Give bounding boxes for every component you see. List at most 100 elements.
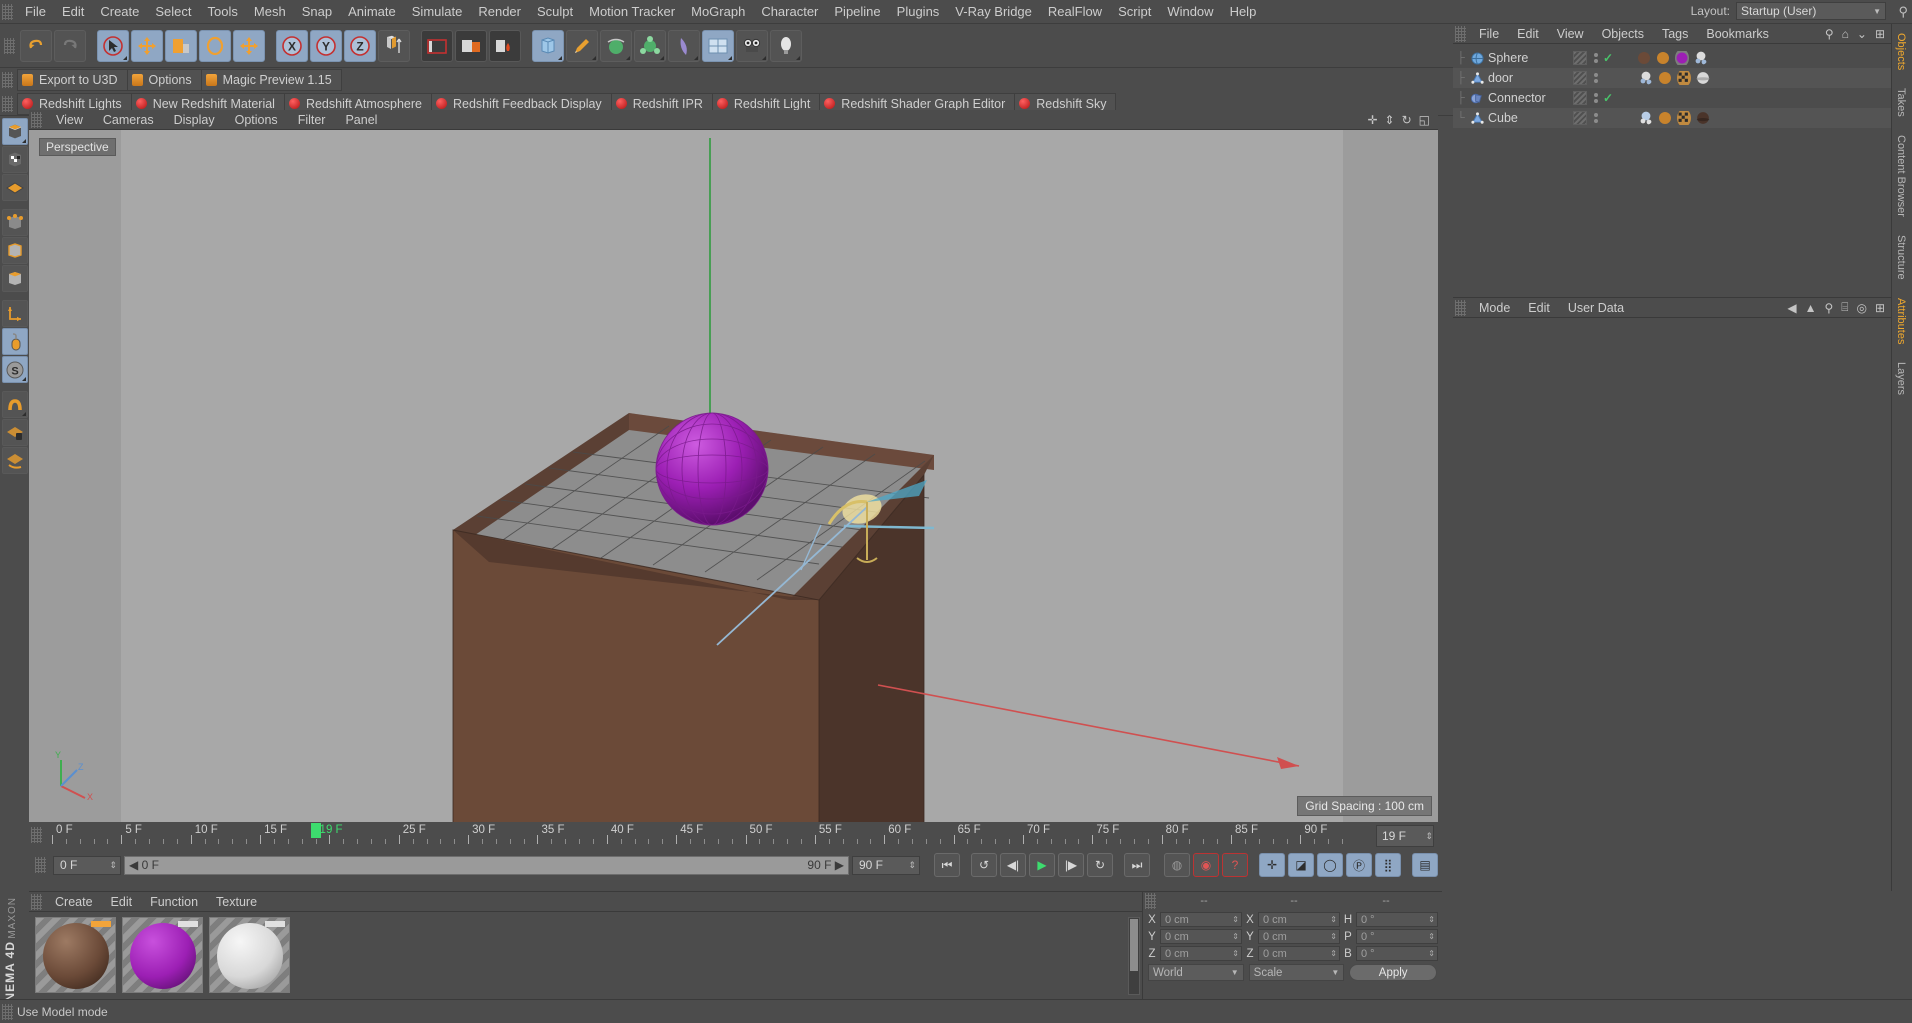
coordinate-space-dropdown[interactable]: World ▼ <box>1148 964 1244 981</box>
magnet-icon[interactable] <box>1 391 28 418</box>
viewport-menu-grip[interactable] <box>31 111 42 128</box>
material-orange-tag[interactable] <box>1658 71 1672 85</box>
spinner-icon[interactable]: ⇕ <box>1428 950 1435 958</box>
objmgr-menu-edit[interactable]: Edit <box>1508 25 1548 43</box>
layout-dropdown[interactable]: Startup (User) ▼ <box>1736 2 1886 20</box>
menu-mesh[interactable]: Mesh <box>246 1 294 22</box>
object-row-sphere[interactable]: ├ Sphere <box>1453 48 1573 68</box>
menu-animate[interactable]: Animate <box>340 1 404 22</box>
menu-pipeline[interactable]: Pipeline <box>826 1 888 22</box>
attribute-manager-grip[interactable] <box>1455 299 1466 316</box>
status-bar-grip[interactable] <box>2 1003 13 1020</box>
material-swatch-purple[interactable] <box>122 917 203 993</box>
cube-primitive-icon[interactable] <box>532 29 564 62</box>
phong-tag[interactable] <box>1694 51 1708 65</box>
spinner-icon[interactable]: ⇕ <box>109 861 117 870</box>
menu-file[interactable]: File <box>17 1 54 22</box>
menu-motion-tracker[interactable]: Motion Tracker <box>581 1 683 22</box>
material-orange-tag[interactable] <box>1658 111 1672 125</box>
spinner-icon[interactable]: ⇕ <box>1232 933 1239 941</box>
floor-environment-icon[interactable] <box>702 29 734 62</box>
size-y-field[interactable]: 0 cm ⇕ <box>1258 929 1340 944</box>
lock-y-axis-icon[interactable]: Y <box>310 29 342 62</box>
visibility-dots-icon[interactable] <box>1594 53 1598 63</box>
scale-icon[interactable] <box>165 29 197 62</box>
maximize-view-icon[interactable]: ◱ <box>1419 113 1430 127</box>
nurbs-subdivision-icon[interactable] <box>600 29 632 62</box>
enabled-check-icon[interactable]: ✓ <box>1603 91 1613 105</box>
material-purple-tag[interactable] <box>1675 49 1690 67</box>
tab-layers[interactable]: Layers <box>1892 353 1910 404</box>
material-swatch-brown[interactable] <box>35 917 116 993</box>
material-manager-grip[interactable] <box>31 893 42 910</box>
spinner-icon[interactable]: ⇕ <box>1428 933 1435 941</box>
spinner-icon[interactable]: ⇕ <box>1428 916 1435 924</box>
menu-mograph[interactable]: MoGraph <box>683 1 753 22</box>
step-back-button[interactable]: ◀| <box>1000 853 1026 877</box>
object-tags-connector[interactable]: ✓ <box>1573 88 1891 108</box>
back-arrow-icon[interactable]: ◀ <box>1787 301 1796 315</box>
add-icon[interactable]: ⊞ <box>1875 301 1885 315</box>
rotate-icon[interactable] <box>199 29 231 62</box>
tab-attributes[interactable]: Attributes <box>1892 289 1910 353</box>
rotation-b-field[interactable]: 0 ° ⇕ <box>1356 946 1438 961</box>
spinner-icon[interactable]: ⇕ <box>1330 916 1337 924</box>
coordinate-manager-grip[interactable] <box>1145 893 1156 909</box>
object-tags-cube[interactable] <box>1573 108 1891 128</box>
toolbar-grip[interactable] <box>4 37 15 54</box>
spline-pen-icon[interactable] <box>566 29 598 62</box>
lock-x-axis-icon[interactable]: X <box>276 29 308 62</box>
step-forward-button[interactable]: |▶ <box>1058 853 1084 877</box>
spinner-icon[interactable]: ⇕ <box>1232 916 1239 924</box>
coordinate-mode-dropdown[interactable]: Scale ▼ <box>1248 964 1345 981</box>
texture-tag[interactable] <box>1677 69 1691 87</box>
viewport-menu-view[interactable]: View <box>46 111 93 129</box>
viewport-menu-options[interactable]: Options <box>225 111 288 129</box>
objmgr-menu-objects[interactable]: Objects <box>1593 25 1653 43</box>
texture-mode-icon[interactable] <box>1 146 28 173</box>
u3d-toolbar-grip[interactable] <box>2 72 13 88</box>
object-row-cube[interactable]: └ Cube <box>1453 108 1573 128</box>
size-x-field[interactable]: 0 cm ⇕ <box>1258 912 1340 927</box>
previous-key-button[interactable]: ↺ <box>971 853 997 877</box>
material-swatch-list[interactable] <box>29 912 1142 1000</box>
move-icon[interactable] <box>131 29 163 62</box>
preview-range-track[interactable]: ◀ 0 F 90 F ▶ <box>124 855 849 875</box>
viewport-menu-display[interactable]: Display <box>164 111 225 129</box>
lock-icon[interactable]: ⌸ <box>1841 300 1848 315</box>
material-brown-tag[interactable] <box>1637 51 1651 65</box>
dolly-camera-icon[interactable]: ⇕ <box>1385 113 1395 127</box>
position-y-field[interactable]: 0 cm ⇕ <box>1160 929 1242 944</box>
redo-icon[interactable] <box>54 29 86 62</box>
workplane-tool-icon[interactable] <box>1 447 28 474</box>
visibility-dots-icon[interactable] <box>1594 113 1598 123</box>
next-key-button[interactable]: ↻ <box>1087 853 1113 877</box>
axis-move-icon[interactable] <box>233 29 265 62</box>
objmgr-menu-view[interactable]: View <box>1548 25 1593 43</box>
object-tags-door[interactable] <box>1573 68 1891 88</box>
workplane-lock-icon[interactable] <box>1 419 28 446</box>
keyframe-selection-button[interactable]: ? <box>1222 853 1248 877</box>
magic-preview-button[interactable]: Magic Preview 1.15 <box>202 70 341 90</box>
rotation-p-field[interactable]: 0 ° ⇕ <box>1356 929 1438 944</box>
timeline-ruler[interactable]: 0 F 5 F 10 F 15 F 19 F 25 F 30 F 35 F 40 F 45 F 50… <box>46 822 1372 850</box>
apply-button[interactable]: Apply <box>1349 964 1438 981</box>
attr-menu-edit[interactable]: Edit <box>1519 299 1559 317</box>
viewport-menu-cameras[interactable]: Cameras <box>93 111 164 129</box>
layer-swatch[interactable] <box>1573 51 1587 65</box>
record-active-objects-button[interactable]: ◍ <box>1164 853 1190 877</box>
enabled-check-icon[interactable]: ✓ <box>1603 51 1613 65</box>
menu-snap[interactable]: Snap <box>294 1 340 22</box>
menu-window[interactable]: Window <box>1159 1 1221 22</box>
render-view-icon[interactable] <box>421 29 453 62</box>
up-arrow-icon[interactable]: ▲ <box>1805 301 1817 315</box>
play-button[interactable]: ▶ <box>1029 853 1055 877</box>
param-key-button[interactable]: Ⓟ <box>1346 853 1372 877</box>
timeline-grip[interactable] <box>31 827 42 843</box>
object-tree[interactable]: ├ Sphere ├ door ├ Connector └ Cube ✓ ✓ <box>1453 44 1891 297</box>
spinner-icon[interactable]: ⇕ <box>1330 933 1337 941</box>
search-icon[interactable]: ⚲ <box>1824 301 1833 315</box>
menu-script[interactable]: Script <box>1110 1 1159 22</box>
material-swatch-white[interactable] <box>209 917 290 993</box>
export-to-u3d-button[interactable]: Export to U3D <box>18 70 128 90</box>
